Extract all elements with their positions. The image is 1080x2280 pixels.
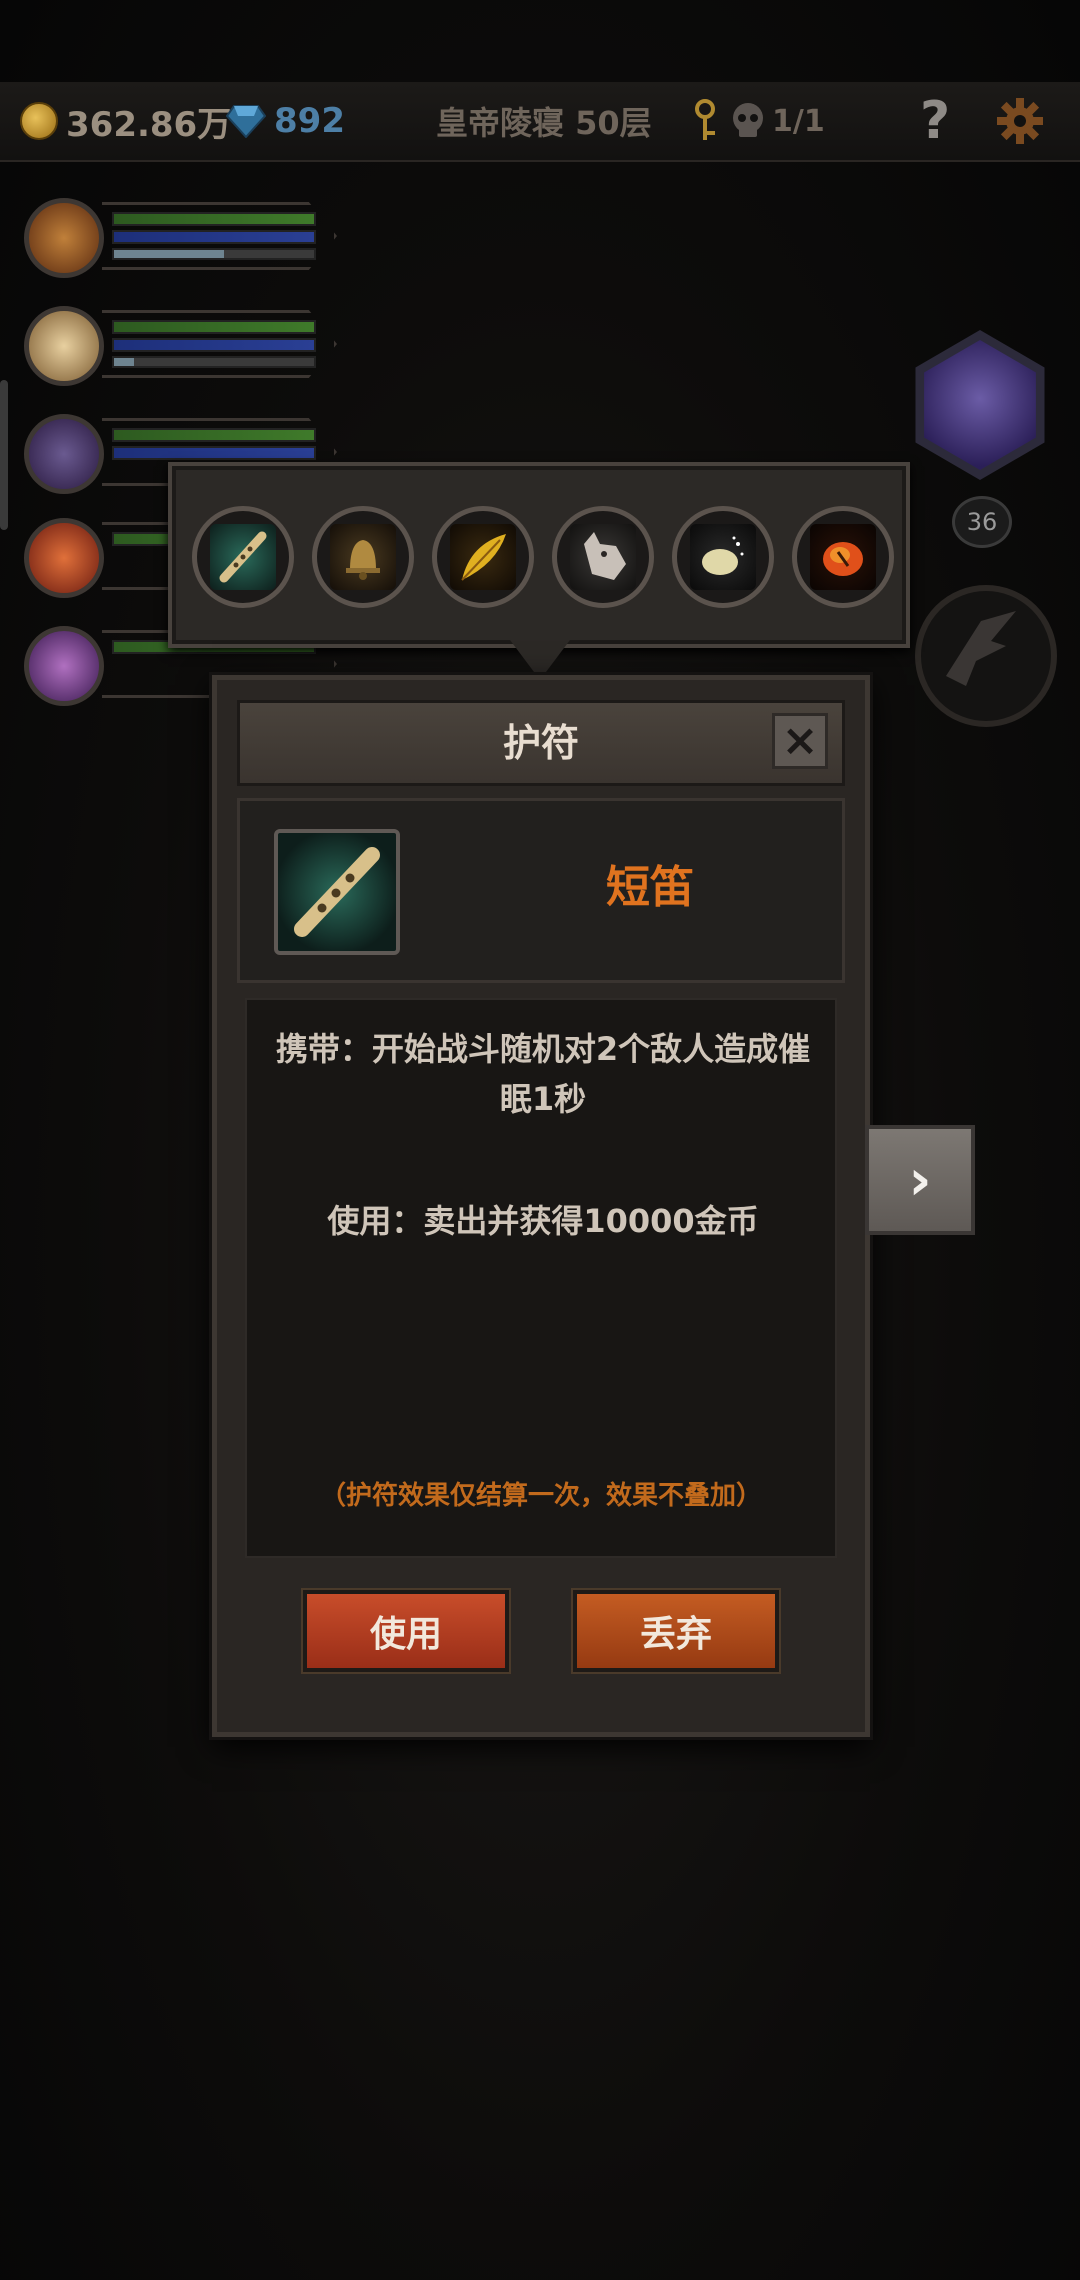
close-button[interactable]: ×: [772, 713, 828, 769]
boss-portrait[interactable]: [905, 330, 1055, 480]
gem-amount: 892: [274, 101, 345, 141]
bird-skill-button[interactable]: [915, 585, 1057, 727]
hero-slot-2[interactable]: [12, 296, 337, 396]
feather-icon: [450, 524, 516, 590]
dialog-title: 护符: [502, 721, 579, 765]
amulet-slot-1[interactable]: [192, 506, 294, 608]
amber-icon: [810, 524, 876, 590]
key-count: 1/1: [772, 103, 825, 139]
item-header: 短笛: [237, 798, 845, 983]
xp-fill: [114, 250, 224, 258]
key-icon: [695, 99, 715, 140]
gem-counter: 892: [226, 82, 345, 160]
hero-portrait: [24, 306, 104, 386]
next-item-button[interactable]: ›: [865, 1125, 975, 1235]
amulet-slot-6[interactable]: [792, 506, 894, 608]
hp-bar: [112, 428, 316, 442]
carry-effect-text: 携带：开始战斗随机对2个敌人造成催眠1秒: [275, 1030, 811, 1118]
hero-portrait: [24, 518, 104, 598]
top-status-bar: 362.86万 892 皇帝陵寝 50层 1/1 ?: [0, 82, 1080, 162]
dungeon-floor-label: 皇帝陵寝 50层: [436, 104, 652, 142]
hero-portrait: [24, 414, 104, 494]
coin-icon: [20, 102, 58, 140]
hero-portrait: [24, 626, 104, 706]
mp-bar: [112, 338, 316, 352]
item-name: 短笛: [606, 862, 694, 913]
hero-portrait: [24, 198, 104, 278]
mp-bar: [112, 230, 316, 244]
gear-icon: [997, 98, 1043, 144]
xp-bar: [112, 356, 316, 368]
flute-icon: [274, 829, 400, 955]
bird-icon: [946, 611, 1016, 686]
amulet-bar: [168, 462, 910, 648]
settings-button[interactable]: [995, 82, 1045, 160]
skull-icon: [733, 103, 763, 137]
boss-level-badge: 36: [952, 496, 1012, 548]
description-box: 携带：开始战斗随机对2个敌人造成催眠1秒 使用：卖出并获得10000金币 （护符…: [245, 998, 837, 1558]
use-effect-text: 使用：卖出并获得10000金币: [327, 1202, 759, 1240]
coin-amount: 362.86万: [66, 104, 232, 145]
amulet-slot-4[interactable]: [552, 506, 654, 608]
edge-scroll-indicator: [0, 380, 8, 530]
amulet-slot-2[interactable]: [312, 506, 414, 608]
diamond-icon: [226, 105, 266, 138]
mp-bar: [112, 446, 316, 460]
coin-counter: 362.86万: [20, 82, 231, 160]
flute-icon: [210, 524, 276, 590]
help-button[interactable]: ?: [920, 82, 950, 160]
stone-icon: [690, 524, 756, 590]
discard-button[interactable]: 丢弃: [573, 1590, 779, 1672]
hero-slot-1[interactable]: [12, 188, 337, 288]
xp-fill: [114, 358, 134, 366]
xp-bar: [112, 248, 316, 260]
amulet-dialog: 护符 × 短笛 携带：开始战斗随机对2个敌人造成催眠1秒 使用：卖出并获得100…: [212, 675, 870, 1737]
dialog-header: 护符 ×: [237, 700, 845, 786]
amulet-slot-3[interactable]: [432, 506, 534, 608]
key-skull-counter: 1/1: [690, 82, 825, 160]
bell-icon: [330, 524, 396, 590]
amulet-slot-5[interactable]: [672, 506, 774, 608]
use-button[interactable]: 使用: [303, 1590, 509, 1672]
effect-note: （护符效果仅结算一次，效果不叠加）: [319, 1481, 762, 1511]
hp-bar: [112, 212, 316, 226]
hp-bar: [112, 320, 316, 334]
wolf-head-icon: [570, 524, 636, 590]
